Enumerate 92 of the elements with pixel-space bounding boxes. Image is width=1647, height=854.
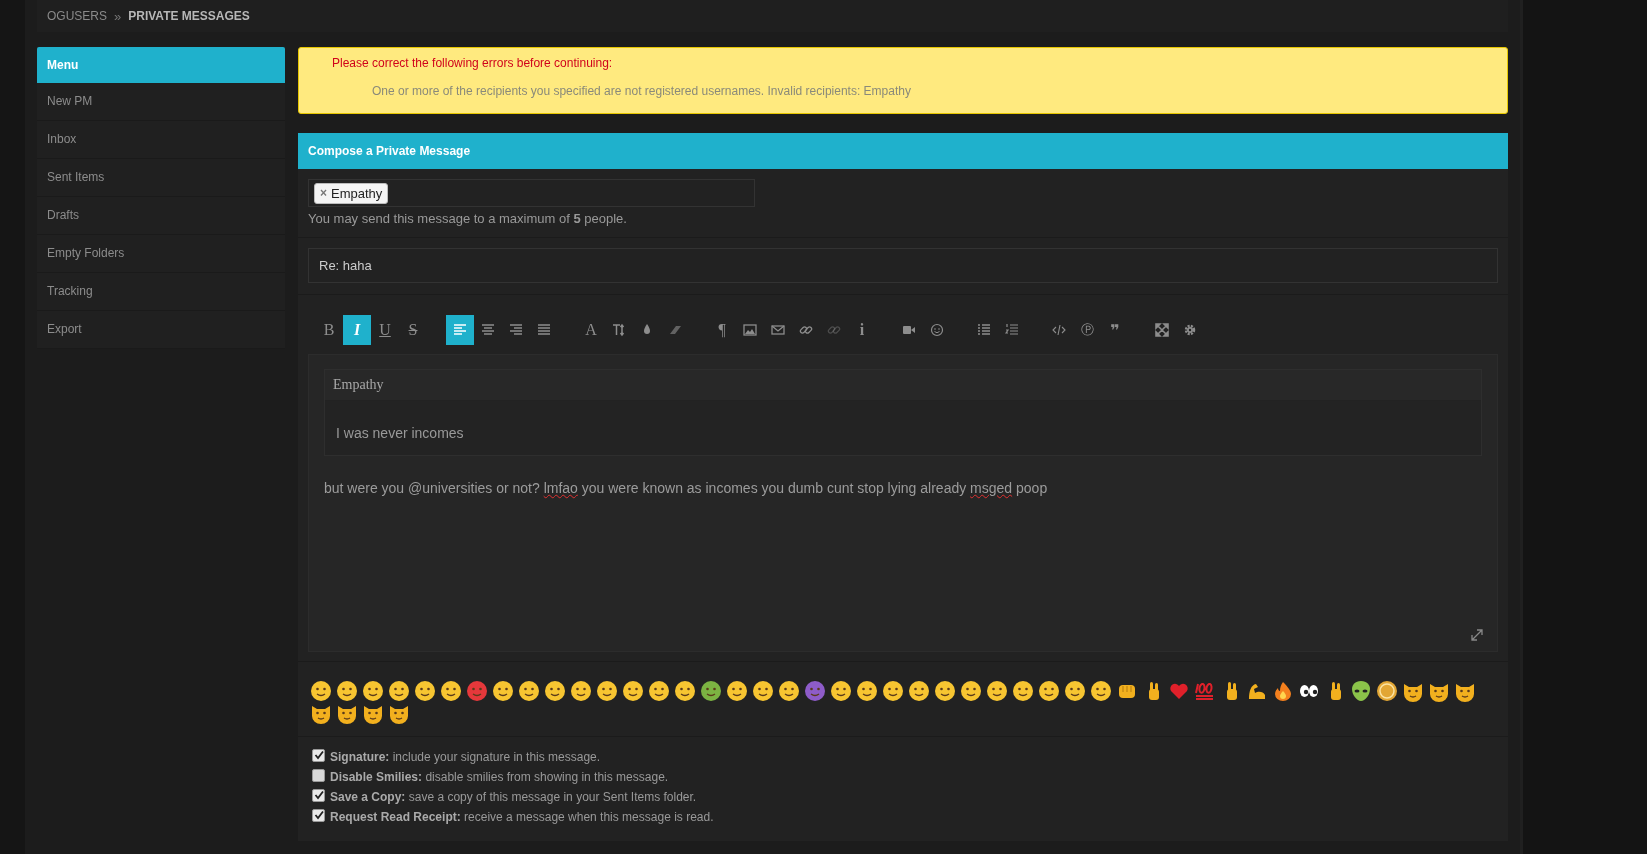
emoji-icon[interactable] <box>934 680 956 702</box>
smiley-icon <box>930 323 944 337</box>
emoji-icon[interactable] <box>726 680 748 702</box>
emoji-icon[interactable] <box>752 680 774 702</box>
underline-button[interactable]: U <box>371 315 399 345</box>
quote-author: Empathy <box>325 370 1481 401</box>
emoji-icon[interactable] <box>830 680 852 702</box>
emoji-icon[interactable] <box>856 680 878 702</box>
info-button[interactable]: i <box>848 315 876 345</box>
option-label: Signature: include your signature in this message. <box>330 750 601 764</box>
video-camera-icon <box>902 323 916 337</box>
sidebar-item[interactable]: Sent Items <box>37 159 285 197</box>
emoji-icon[interactable] <box>622 680 644 702</box>
sidebar-item[interactable]: Empty Folders <box>37 235 285 273</box>
align-right-icon <box>509 323 523 337</box>
envelope-icon <box>771 323 785 337</box>
emoji-icon[interactable] <box>1350 680 1372 702</box>
php-button[interactable]: Ⓟ <box>1073 315 1101 345</box>
emoji-icon[interactable] <box>492 680 514 702</box>
paragraph-button[interactable]: ¶ <box>708 315 736 345</box>
font-button[interactable]: A <box>577 315 605 345</box>
sidebar-item[interactable]: Inbox <box>37 121 285 159</box>
bulleted-list-icon <box>977 323 991 337</box>
emoji-icon[interactable] <box>1064 680 1086 702</box>
checkmark-icon <box>313 810 324 820</box>
panel-header: Compose a Private Message <box>298 133 1508 169</box>
emoji-icon[interactable] <box>960 680 982 702</box>
checkmark-icon <box>313 790 324 800</box>
italic-button[interactable]: I <box>343 315 371 345</box>
emoji-icon[interactable] <box>778 680 800 702</box>
recipient-field[interactable]: × Empathy <box>308 179 755 207</box>
emoji-icon[interactable] <box>388 680 410 702</box>
checkbox[interactable] <box>312 788 325 802</box>
sidebar-item[interactable]: Drafts <box>37 197 285 235</box>
emoji-icon[interactable] <box>1090 680 1112 702</box>
option-label: Disable Smilies: disable smilies from showing in this message. <box>330 770 669 784</box>
emoji-icon[interactable] <box>518 680 540 702</box>
recipient-name: Empathy <box>331 185 383 201</box>
justify-icon <box>537 323 551 337</box>
text-size-icon <box>612 323 626 337</box>
emoji-icon[interactable] <box>700 680 722 702</box>
separator-icon: » <box>114 8 122 24</box>
quote-text: I was never incomes <box>335 424 465 443</box>
emoji-icon[interactable] <box>674 680 696 702</box>
emoji-icon[interactable] <box>362 680 384 702</box>
emoji-icon[interactable] <box>414 680 436 702</box>
link-icon <box>799 323 813 337</box>
subject-field[interactable]: Re: haha <box>308 248 1498 283</box>
emoji-icon[interactable] <box>570 680 592 702</box>
emoji-icon[interactable] <box>882 680 904 702</box>
numbered-list-icon <box>1005 323 1019 337</box>
quote-button[interactable]: ❞ <box>1101 315 1129 345</box>
emoji-icon[interactable] <box>648 680 670 702</box>
menu-header: Menu <box>37 47 285 83</box>
eraser-icon <box>668 323 682 337</box>
error-message: One or more of the recipients you specified are not registered usernames. Invalid recipients: Empathy <box>372 84 912 98</box>
recipient-note: You may send this message to a maximum of 5 people. <box>308 211 628 226</box>
emoji-icon[interactable] <box>1272 680 1294 702</box>
sidebar-item[interactable]: New PM <box>37 83 285 121</box>
breadcrumb-link[interactable]: OGUSERS <box>47 9 107 23</box>
align-left-icon <box>453 323 467 337</box>
error-title: Please correct the following errors before continuing: <box>332 56 614 70</box>
emoji-icon[interactable] <box>986 680 1008 702</box>
checkbox[interactable] <box>312 808 325 822</box>
emoji-icon[interactable] <box>1012 680 1034 702</box>
emoji-icon[interactable] <box>1038 680 1060 702</box>
bold-button[interactable]: B <box>315 315 343 345</box>
sidebar-item[interactable]: Export <box>37 311 285 349</box>
align-center-icon <box>481 323 495 337</box>
option-label: Request Read Receipt: receive a message when this message is read. <box>330 810 714 824</box>
emoji-icon[interactable] <box>596 680 618 702</box>
emoji-icon[interactable] <box>1376 680 1398 702</box>
sidebar-item[interactable]: Tracking <box>37 273 285 311</box>
emoji-icon[interactable] <box>544 680 566 702</box>
emoji-icon[interactable] <box>336 680 358 702</box>
message-text: but were you @universities or not? lmfao you were known as incomes you dumb cunt stop lying already msged poop <box>324 480 1049 496</box>
option-label: Save a Copy: save a copy of this message in your Sent Items folder. <box>330 790 697 804</box>
checkbox[interactable] <box>312 748 325 762</box>
settings-icon <box>1183 323 1197 337</box>
breadcrumb-link[interactable]: PRIVATE MESSAGES <box>128 9 250 23</box>
code-icon <box>1052 323 1066 337</box>
emoji-icon[interactable] <box>440 680 462 702</box>
emoji-icon[interactable] <box>908 680 930 702</box>
resize-icon <box>1471 629 1483 641</box>
remove-button[interactable]: × <box>320 186 327 200</box>
strikethrough-button[interactable]: S <box>399 315 427 345</box>
message-editor[interactable]: Empathy I was never incomes but were you @universities or not? lmfao you were known as incomes you dumb cunt stop lying already msged poop <box>308 354 1498 652</box>
unlink-icon <box>827 323 841 337</box>
emoji-icon[interactable] <box>310 680 332 702</box>
checkbox[interactable] <box>312 768 325 782</box>
checkmark-icon <box>313 750 324 760</box>
image-icon <box>743 323 757 337</box>
